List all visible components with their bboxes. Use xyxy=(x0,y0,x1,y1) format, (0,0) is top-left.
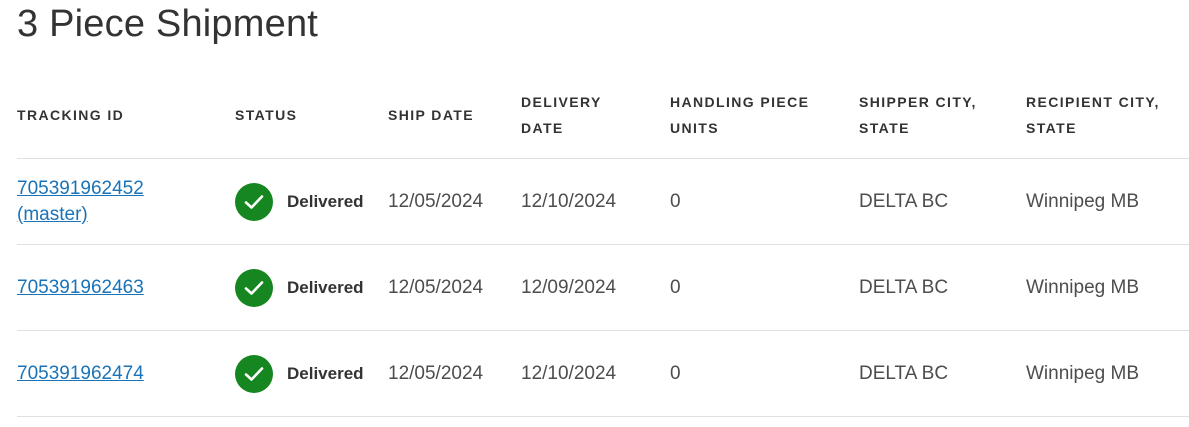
status-text: Delivered xyxy=(287,363,364,383)
shipper-city-cell: DELTA BC xyxy=(859,244,1026,331)
header-tracking-id: TRACKING ID xyxy=(17,72,235,159)
check-circle-icon xyxy=(235,268,273,307)
recipient-city-cell: Winnipeg MB xyxy=(1026,330,1189,417)
tracking-number: 705391962463 xyxy=(17,276,144,298)
ship-date-cell: 12/05/2024 xyxy=(388,158,521,245)
header-ship-date: SHIP DATE xyxy=(388,72,521,159)
table-row: 705391962452 (master) Delivered 12/05/20… xyxy=(17,158,1189,245)
handling-units-cell: 0 xyxy=(670,244,859,331)
header-handling-units: HANDLING PIECE UNITS xyxy=(670,72,859,159)
ship-date-cell: 12/05/2024 xyxy=(388,330,521,417)
header-status-label: STATUS xyxy=(235,107,298,123)
delivery-date-cell: 12/10/2024 xyxy=(521,158,670,245)
header-delivery-date: DELIVERY DATE xyxy=(521,72,670,159)
delivery-date-cell: 12/09/2024 xyxy=(521,244,670,331)
header-tracking-id-label: TRACKING ID xyxy=(17,107,125,123)
tracking-master-tag: (master) xyxy=(17,203,88,225)
status-text: Delivered xyxy=(287,191,364,211)
header-ship-date-label: SHIP DATE xyxy=(388,107,474,123)
status-cell: Delivered xyxy=(235,244,388,331)
header-recipient-city: RECIPIENT CITY, STATE xyxy=(1026,72,1189,159)
header-delivery-date-line1: DELIVERY xyxy=(521,94,602,110)
page-title: 3 Piece Shipment xyxy=(17,3,319,45)
recipient-city-cell: Winnipeg MB xyxy=(1026,244,1189,331)
check-circle-icon xyxy=(235,182,273,221)
delivery-date-cell: 12/10/2024 xyxy=(521,330,670,417)
tracking-link[interactable]: 705391962463 xyxy=(17,275,144,301)
handling-units-cell: 0 xyxy=(670,158,859,245)
tracking-link[interactable]: 705391962452 (master) xyxy=(17,176,144,228)
header-shipper-line2: STATE xyxy=(859,120,910,136)
header-shipper-city: SHIPPER CITY, STATE xyxy=(859,72,1026,159)
table-row: 705391962463 Delivered 12/05/2024 12/09/… xyxy=(17,244,1189,331)
tracking-number: 705391962452 xyxy=(17,177,144,199)
tracking-link[interactable]: 705391962474 xyxy=(17,361,144,387)
header-shipper-line1: SHIPPER CITY, xyxy=(859,94,977,110)
header-delivery-date-line2: DATE xyxy=(521,120,564,136)
header-handling-line1: HANDLING PIECE xyxy=(670,94,810,110)
shipper-city-cell: DELTA BC xyxy=(859,330,1026,417)
shipper-city-cell: DELTA BC xyxy=(859,158,1026,245)
handling-units-cell: 0 xyxy=(670,330,859,417)
status-text: Delivered xyxy=(287,277,364,297)
shipment-table: TRACKING ID STATUS SHIP DATE DELIVERY DA… xyxy=(17,72,1189,417)
table-row: 705391962474 Delivered 12/05/2024 12/10/… xyxy=(17,330,1189,417)
tracking-id-cell: 705391962452 (master) xyxy=(17,158,235,245)
tracking-id-cell: 705391962463 xyxy=(17,244,235,331)
header-status: STATUS xyxy=(235,72,388,159)
tracking-id-cell: 705391962474 xyxy=(17,330,235,417)
ship-date-cell: 12/05/2024 xyxy=(388,244,521,331)
status-cell: Delivered xyxy=(235,330,388,417)
tracking-number: 705391962474 xyxy=(17,362,144,384)
header-handling-line2: UNITS xyxy=(670,120,719,136)
status-cell: Delivered xyxy=(235,158,388,245)
header-recipient-line2: STATE xyxy=(1026,120,1077,136)
table-header-row: TRACKING ID STATUS SHIP DATE DELIVERY DA… xyxy=(17,72,1189,159)
check-circle-icon xyxy=(235,354,273,393)
header-recipient-line1: RECIPIENT CITY, xyxy=(1026,94,1160,110)
recipient-city-cell: Winnipeg MB xyxy=(1026,158,1189,245)
